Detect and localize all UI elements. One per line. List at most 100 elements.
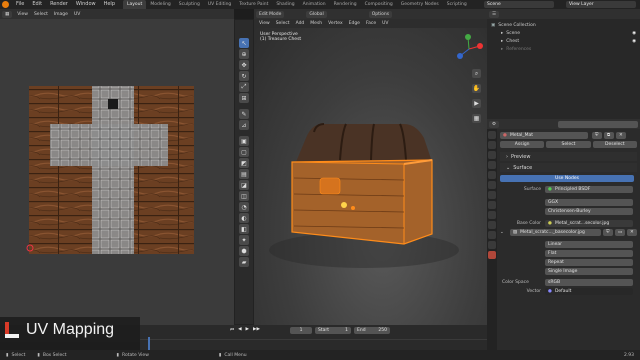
knife-tool-icon[interactable]: ◪ xyxy=(239,180,249,190)
subsurface-method-dropdown[interactable]: Christensen-Burley xyxy=(545,208,633,215)
jump-start-icon[interactable]: ⏮ xyxy=(230,327,234,333)
folder-icon[interactable]: ▭ xyxy=(615,229,626,236)
shear-tool-icon[interactable]: ⬢ xyxy=(239,246,249,256)
view-layer-tab-icon[interactable] xyxy=(488,161,496,169)
fake-user-icon[interactable]: ⛨ xyxy=(603,229,614,236)
scene-selector[interactable]: Scene xyxy=(484,1,554,8)
outliner-scene-collection[interactable]: ▣ Scene Collection xyxy=(491,21,636,29)
viewport-menu-item[interactable]: Add xyxy=(293,21,308,26)
uv-menu-view[interactable]: View xyxy=(14,12,31,17)
bevel-tool-icon[interactable]: ◩ xyxy=(239,158,249,168)
poly-build-tool-icon[interactable]: ◫ xyxy=(239,191,249,201)
viewport-menu-item[interactable]: View xyxy=(256,21,273,26)
workspace-tab[interactable]: Texture Paint xyxy=(235,0,272,9)
constraints-tab-icon[interactable] xyxy=(488,231,496,239)
workspace-tab[interactable]: Rendering xyxy=(330,0,361,9)
uv-menu-uv[interactable]: UV xyxy=(71,12,83,17)
navigation-gizmo-icon[interactable] xyxy=(454,34,484,64)
viewport-menu-item[interactable]: Vertex xyxy=(325,21,345,26)
deselect-button[interactable]: Deselect xyxy=(592,141,637,148)
zoom-icon[interactable]: ⌕ xyxy=(472,69,481,78)
interpolation-dropdown[interactable]: Linear xyxy=(545,241,633,248)
current-frame-field[interactable]: 1 xyxy=(290,327,312,334)
tool-tab-icon[interactable] xyxy=(488,131,496,139)
source-dropdown[interactable]: Single Image xyxy=(545,268,633,275)
editor-type-icon[interactable]: ▦ xyxy=(2,10,13,18)
play-icon[interactable]: ▶ xyxy=(246,327,249,333)
render-tab-icon[interactable] xyxy=(488,141,496,149)
menu-render[interactable]: Render xyxy=(46,0,72,9)
extrude-tool-icon[interactable]: ▣ xyxy=(239,136,249,146)
cursor-tool-icon[interactable]: ⊕ xyxy=(239,49,249,59)
duplicate-material-icon[interactable]: ⧉ xyxy=(604,132,614,139)
workspace-tab[interactable]: Modeling xyxy=(146,0,174,9)
workspace-tab[interactable]: Compositing xyxy=(361,0,397,9)
extension-dropdown[interactable]: Repeat xyxy=(545,259,633,266)
workspace-tab[interactable]: Layout xyxy=(123,0,147,9)
workspace-tab[interactable]: Scripting xyxy=(443,0,471,9)
options-button[interactable]: Options xyxy=(368,10,393,18)
workspace-tab[interactable]: Geometry Nodes xyxy=(397,0,443,9)
mode-selector[interactable]: Edit Mode xyxy=(256,10,285,18)
smooth-tool-icon[interactable]: ◐ xyxy=(239,213,249,223)
scene-tab-icon[interactable] xyxy=(488,171,496,179)
menu-help[interactable]: Help xyxy=(100,0,119,9)
select-tool-icon[interactable]: ↖ xyxy=(239,38,249,48)
end-frame-field[interactable]: End 250 xyxy=(354,327,390,334)
spin-tool-icon[interactable]: ◔ xyxy=(239,202,249,212)
properties-editor-icon[interactable]: ⚙ xyxy=(489,120,500,128)
vector-socket-field[interactable]: ● Default xyxy=(545,288,633,295)
workspace-tab[interactable]: Shading xyxy=(272,0,298,9)
prev-keyframe-icon[interactable]: ◀ xyxy=(238,327,241,333)
use-nodes-button[interactable]: Use Nodes xyxy=(500,175,634,182)
properties-search-input[interactable] xyxy=(558,120,638,128)
uv-menu-image[interactable]: Image xyxy=(51,12,71,17)
projection-dropdown[interactable]: Flat xyxy=(545,250,633,257)
inset-tool-icon[interactable]: ▢ xyxy=(239,147,249,157)
outliner-item[interactable]: ▸ Chest ◉ xyxy=(491,37,636,45)
data-tab-icon[interactable] xyxy=(488,241,496,249)
scale-tool-icon[interactable]: ⤢ xyxy=(239,82,249,92)
transform-tool-icon[interactable]: ⊞ xyxy=(239,93,249,103)
start-frame-field[interactable]: Start 1 xyxy=(315,327,351,334)
workspace-tab[interactable]: UV Editing xyxy=(204,0,235,9)
output-tab-icon[interactable] xyxy=(488,151,496,159)
edge-slide-tool-icon[interactable]: ◧ xyxy=(239,224,249,234)
blender-logo-icon[interactable] xyxy=(2,1,9,8)
surface-shader-selector[interactable]: ● Principled BSDF xyxy=(545,186,633,193)
grid-icon[interactable]: ▦ xyxy=(472,114,481,123)
3d-viewport[interactable]: User Perspective (1) Treasure Chest ⌕ ✋ … xyxy=(254,28,487,325)
viewport-menu-item[interactable]: UV xyxy=(379,21,391,26)
visibility-eye-icon[interactable]: ◉ xyxy=(632,39,636,44)
viewport-menu-item[interactable]: Edge xyxy=(346,21,363,26)
unlink-image-icon[interactable]: ✕ xyxy=(627,229,638,236)
image-datablock-field[interactable]: ▨ Metal_scratc..._basecolor.jpg xyxy=(509,229,602,236)
surface-panel-header[interactable]: ⌄ Surface xyxy=(500,163,637,172)
next-keyframe-icon[interactable]: ▶▶ xyxy=(253,327,260,333)
select-button[interactable]: Select xyxy=(546,141,591,148)
menu-edit[interactable]: Edit xyxy=(28,0,46,9)
uv-menu-select[interactable]: Select xyxy=(31,12,51,17)
move-tool-icon[interactable]: ✥ xyxy=(239,60,249,70)
physics-tab-icon[interactable] xyxy=(488,221,496,229)
fake-user-icon[interactable]: ⛨ xyxy=(592,132,602,139)
preview-panel-header[interactable]: › Preview xyxy=(500,152,637,161)
uv-editor-canvas[interactable] xyxy=(0,19,234,325)
menu-window[interactable]: Window xyxy=(72,0,100,9)
workspace-tab[interactable]: Animation xyxy=(299,0,330,9)
colorspace-dropdown[interactable]: sRGB xyxy=(545,279,633,286)
unlink-material-icon[interactable]: ✕ xyxy=(616,132,626,139)
pan-hand-icon[interactable]: ✋ xyxy=(472,84,481,93)
distribution-dropdown[interactable]: GGX xyxy=(545,199,633,206)
outliner-editor-icon[interactable]: ☰ xyxy=(489,10,500,18)
viewport-menu-item[interactable]: Mesh xyxy=(307,21,325,26)
outliner-item[interactable]: ▸ Scene ◉ xyxy=(491,29,636,37)
orientation-selector[interactable]: Global xyxy=(306,10,327,18)
visibility-eye-icon[interactable]: ◉ xyxy=(632,31,636,36)
modifier-tab-icon[interactable] xyxy=(488,201,496,209)
assign-button[interactable]: Assign xyxy=(500,141,545,148)
shrink-tool-icon[interactable]: ✦ xyxy=(239,235,249,245)
measure-tool-icon[interactable]: ⊿ xyxy=(239,120,249,130)
material-tab-icon[interactable] xyxy=(488,251,496,259)
outliner-item[interactable]: ▸ References xyxy=(491,45,636,53)
